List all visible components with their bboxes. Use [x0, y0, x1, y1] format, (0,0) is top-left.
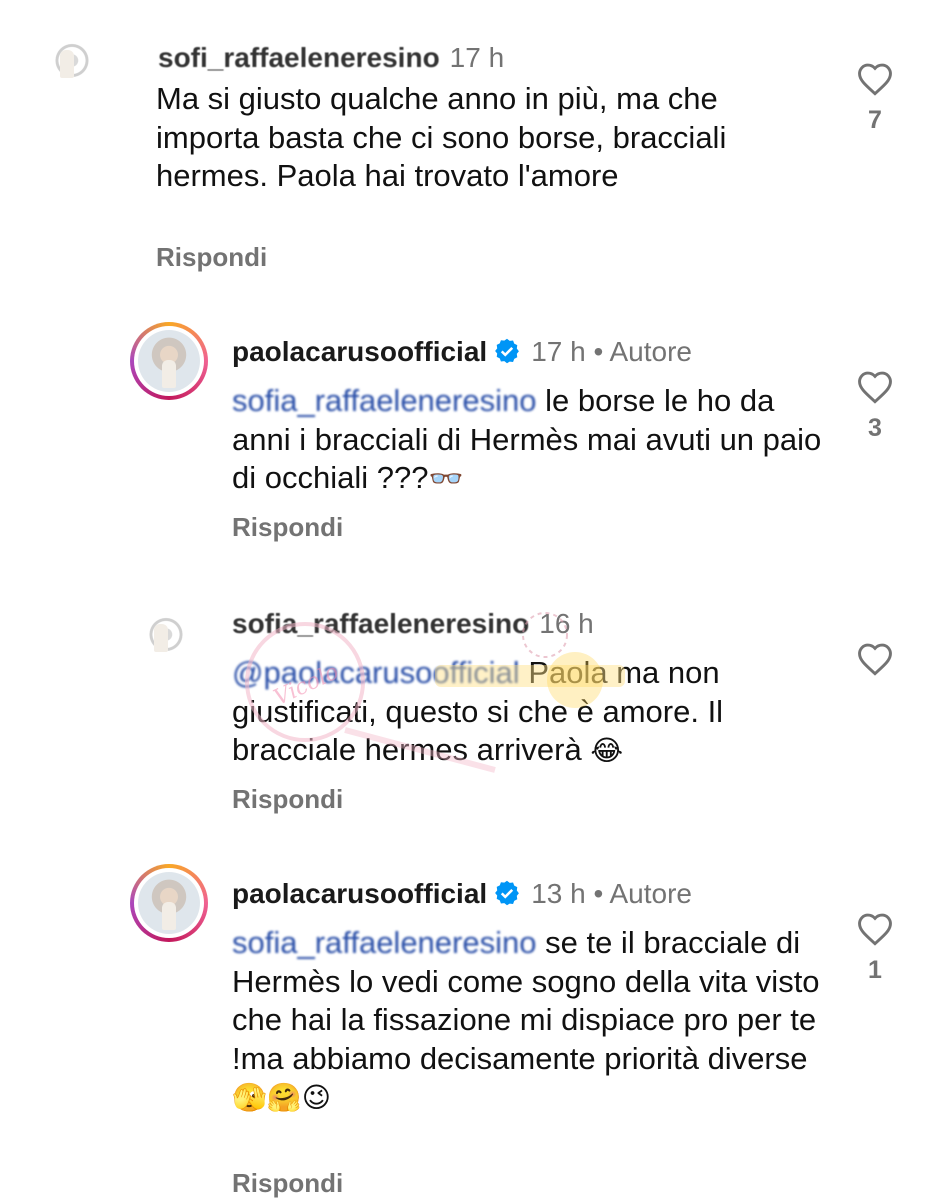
avatar[interactable]: [130, 594, 220, 684]
username[interactable]: sofia_raffaeleneresino: [232, 608, 529, 639]
comment-header: sofi_raffaeleneresino 17 h: [158, 42, 504, 74]
mention-link[interactable]: @paolacarusoofficial: [232, 655, 520, 690]
comment-header: paolacarusoofficial 13 h • Autore: [232, 878, 692, 910]
like-button[interactable]: 1: [856, 912, 894, 985]
reply-button[interactable]: Rispondi: [232, 1168, 343, 1199]
username[interactable]: paolacarusoofficial: [232, 878, 487, 909]
comment-text: sofia_raffaeleneresino le borse le ho da…: [232, 382, 832, 499]
comment-text: @paolacarusoofficial Paola ma non giusti…: [232, 654, 832, 771]
comment-text: Ma si giusto qualche anno in più, ma che…: [156, 80, 756, 196]
like-count: 1: [868, 956, 882, 984]
reply-button[interactable]: Rispondi: [232, 784, 343, 815]
heart-icon: [858, 63, 892, 96]
heart-icon: [858, 913, 892, 946]
reply-button[interactable]: Rispondi: [232, 512, 343, 543]
timestamp: 16 h: [539, 608, 594, 639]
timestamp: 13 h: [531, 878, 586, 909]
glasses-emoji-icon: 👓: [428, 462, 464, 495]
verified-badge-icon: [495, 880, 520, 906]
like-button[interactable]: [856, 642, 894, 676]
like-count: 3: [868, 414, 882, 442]
username[interactable]: paolacarusoofficial: [232, 336, 487, 367]
timestamp: 17 h: [449, 42, 505, 73]
comment-body: Ma si giusto qualche anno in più, ma che…: [156, 81, 727, 193]
timestamp: 17 h: [531, 336, 586, 367]
avatar[interactable]: [36, 20, 126, 110]
verified-badge-icon: [495, 338, 520, 364]
comment-header: sofia_raffaeleneresino 16 h: [232, 608, 594, 640]
like-button[interactable]: 3: [856, 370, 894, 443]
reply-button[interactable]: Rispondi: [156, 242, 267, 273]
laughing-emoji-icon: 😂: [590, 734, 624, 767]
comment-header: paolacarusoofficial 17 h • Autore: [232, 336, 692, 368]
heart-icon: [858, 371, 892, 404]
heart-icon: [858, 643, 892, 676]
mention-link[interactable]: sofia_raffaeleneresino: [232, 925, 536, 960]
emoji-group-icon: 🫣🤗😉: [232, 1081, 331, 1114]
avatar[interactable]: [130, 322, 208, 400]
mention-link[interactable]: sofia_raffaeleneresino: [232, 383, 536, 418]
like-button[interactable]: 7: [856, 62, 894, 135]
username[interactable]: sofi_raffaeleneresino: [158, 42, 440, 73]
author-label: • Autore: [593, 878, 693, 909]
comment-text: sofia_raffaeleneresino se te il braccial…: [232, 924, 832, 1118]
author-label: • Autore: [593, 336, 693, 367]
avatar[interactable]: [130, 864, 208, 942]
like-count: 7: [868, 106, 882, 134]
